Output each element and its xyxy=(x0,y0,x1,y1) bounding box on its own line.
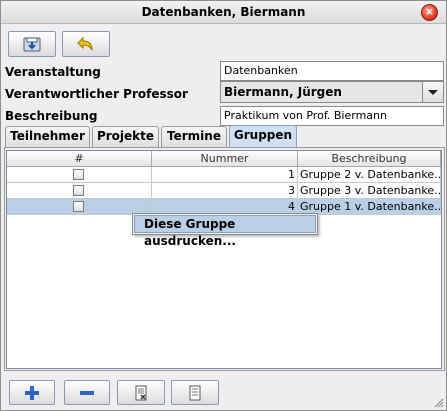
table-row[interactable]: 1 Gruppe 2 v. Datenbanke... xyxy=(7,167,441,183)
undo-button[interactable] xyxy=(62,31,110,57)
tab-termine[interactable]: Termine xyxy=(161,126,227,147)
tab-gruppen[interactable]: Gruppen xyxy=(229,125,297,147)
title-bar[interactable]: Datenbanken, Biermann × xyxy=(1,1,446,24)
undo-icon xyxy=(77,36,93,51)
row-beschreibung: Gruppe 2 v. Datenbanke... xyxy=(298,167,441,183)
edit-document-button[interactable] xyxy=(117,380,165,405)
save-button[interactable] xyxy=(8,31,56,57)
row-checkbox[interactable] xyxy=(73,169,84,180)
professor-label: Verantwortlicher Professor xyxy=(5,87,188,101)
beschreibung-field[interactable]: Praktikum von Prof. Biermann xyxy=(220,106,444,126)
tab-projekte[interactable]: Projekte xyxy=(92,126,159,147)
chevron-down-icon[interactable] xyxy=(422,82,443,102)
document-icon xyxy=(189,385,201,400)
context-menu: Diese Gruppe ausdrucken... xyxy=(132,213,318,248)
table-row[interactable]: 3 Gruppe 3 v. Datenbanke... xyxy=(7,183,441,199)
add-icon xyxy=(25,385,39,400)
row-checkbox[interactable] xyxy=(73,185,84,196)
professor-select[interactable]: Biermann, Jürgen xyxy=(220,81,444,103)
groups-table[interactable]: # Nummer Beschreibung 1 Gruppe 2 v. Date… xyxy=(6,150,442,369)
dialog-window: Datenbanken, Biermann × Veranstaltung Da… xyxy=(0,0,447,411)
beschreibung-label: Beschreibung xyxy=(5,109,98,123)
context-menu-print-group[interactable]: Diese Gruppe ausdrucken... xyxy=(134,215,316,248)
tab-teilnehmer[interactable]: Teilnehmer xyxy=(5,126,90,147)
add-button[interactable] xyxy=(9,380,55,405)
column-header-beschreibung[interactable]: Beschreibung xyxy=(298,151,441,167)
edit-document-icon xyxy=(135,385,147,400)
veranstaltung-label: Veranstaltung xyxy=(5,65,101,79)
professor-select-value: Biermann, Jürgen xyxy=(224,85,342,99)
row-checkbox[interactable] xyxy=(73,201,84,212)
remove-icon xyxy=(80,390,94,395)
save-icon xyxy=(23,37,41,52)
column-header-nummer[interactable]: Nummer xyxy=(152,151,298,167)
remove-button[interactable] xyxy=(64,380,110,405)
row-nummer: 3 xyxy=(152,183,298,199)
column-header-hash[interactable]: # xyxy=(7,151,152,167)
row-beschreibung: Gruppe 3 v. Datenbanke... xyxy=(298,183,441,199)
document-button[interactable] xyxy=(171,380,219,405)
window-title: Datenbanken, Biermann xyxy=(141,5,306,19)
row-nummer: 1 xyxy=(152,167,298,183)
veranstaltung-field[interactable]: Datenbanken xyxy=(220,61,444,81)
close-button[interactable]: × xyxy=(421,4,438,21)
resize-grip-icon[interactable] xyxy=(434,398,444,408)
row-beschreibung: Gruppe 1 v. Datenbanke... xyxy=(298,199,441,215)
